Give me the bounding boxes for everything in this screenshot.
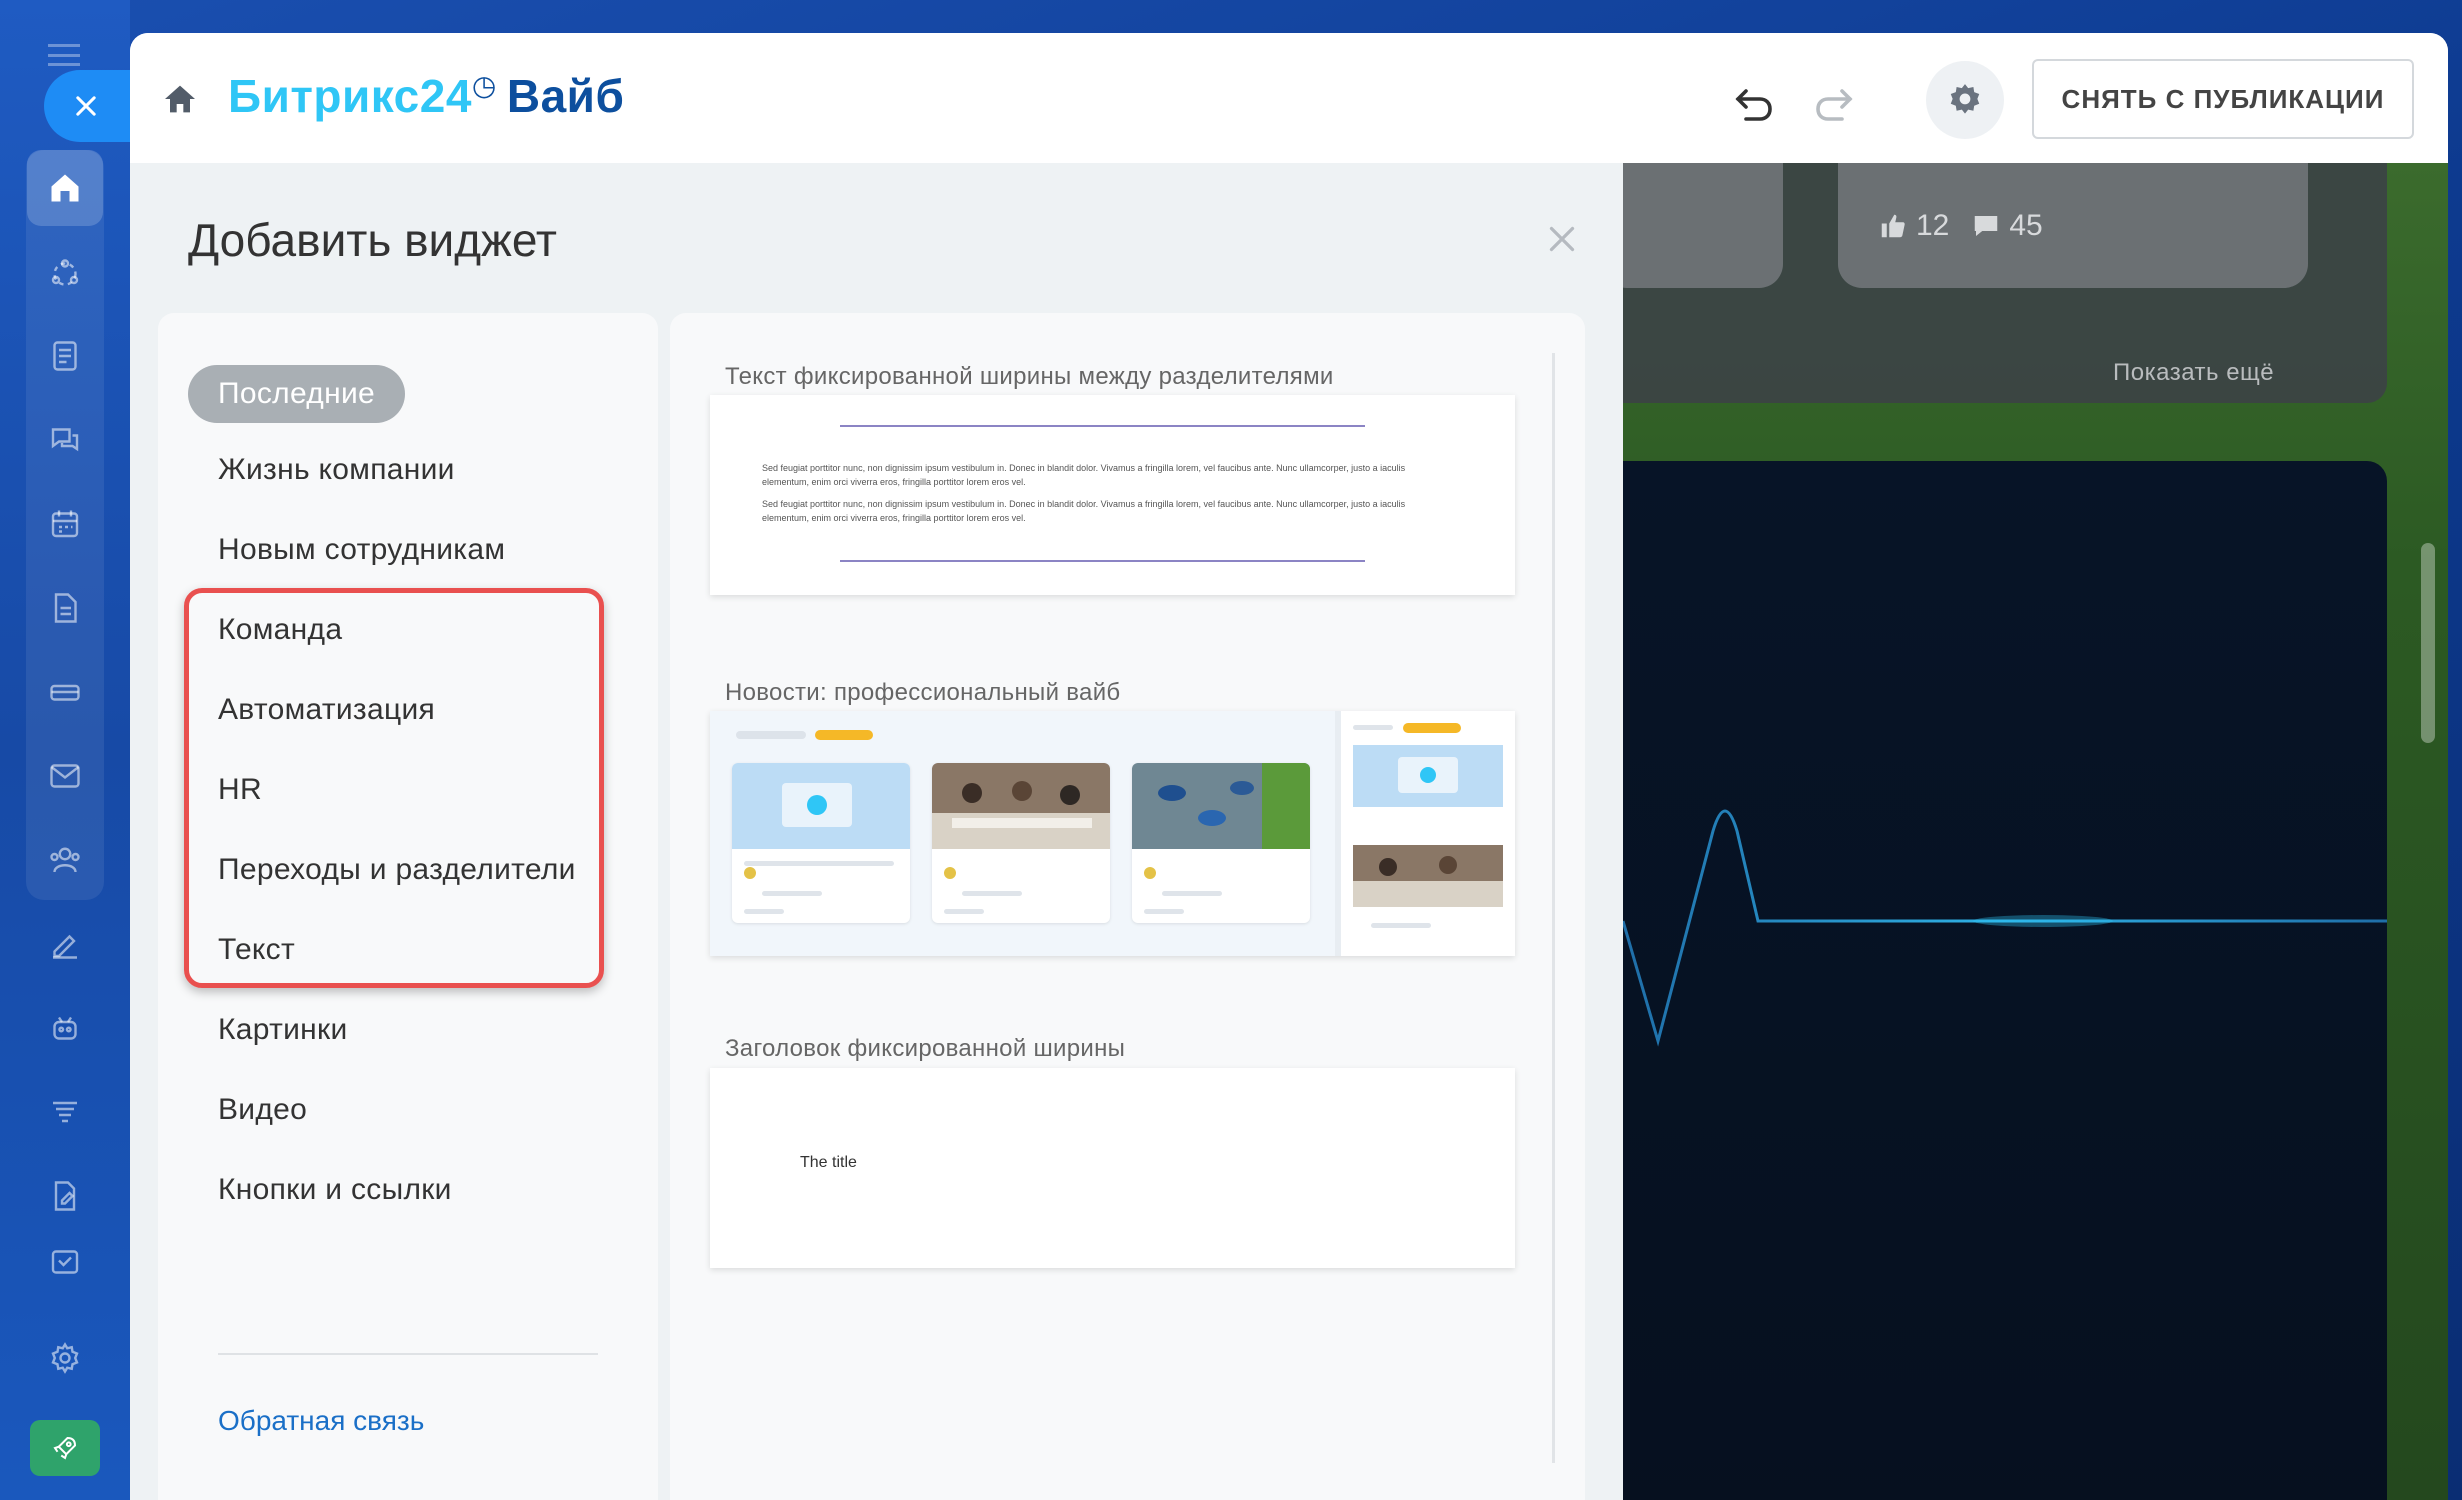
- divider-line: [840, 425, 1365, 427]
- widget-caption: Текст фиксированной ширины между раздели…: [725, 363, 1334, 390]
- nav-docs-icon[interactable]: [27, 570, 103, 646]
- close-slider-button[interactable]: [44, 70, 144, 142]
- news-text-line: [762, 891, 822, 896]
- nav-settings-icon[interactable]: [27, 1320, 103, 1396]
- like-icon: [1881, 214, 1905, 237]
- nav-bot-icon[interactable]: [27, 990, 103, 1066]
- sample-paragraph: Sed feugiat porttitor nunc, non dignissi…: [762, 499, 1406, 523]
- preview-news-block: 12 45 Показать ещё: [1623, 163, 2387, 403]
- brand-clock-icon: ◷: [471, 70, 497, 101]
- news-image: [1353, 845, 1503, 907]
- widget-caption: Новости: профессиональный вайб: [725, 679, 1121, 706]
- news-text-line: [1371, 923, 1431, 928]
- hamburger-icon[interactable]: [48, 44, 80, 66]
- nav-edit-doc-icon[interactable]: [27, 1158, 103, 1234]
- show-more-link[interactable]: Показать ещё: [2113, 359, 2274, 387]
- news-card: [732, 763, 910, 923]
- widget-thumb-text-dividers[interactable]: Sed feugiat porttitor nunc, non dignissi…: [710, 395, 1515, 595]
- highlight-annotation: [184, 588, 604, 988]
- news-card: [1132, 763, 1310, 923]
- category-recent[interactable]: Последние: [188, 365, 405, 423]
- news-text-line: [1353, 725, 1393, 730]
- news-tag: [1403, 723, 1461, 733]
- preview-card: [1623, 163, 1783, 288]
- nav-tasks-icon[interactable]: [27, 318, 103, 394]
- comment-icon: [1975, 215, 1998, 236]
- page-preview: 12 45 Показать ещё: [1623, 163, 2448, 1500]
- news-text-line: [744, 909, 784, 914]
- author-avatar: [744, 867, 756, 879]
- nav-home-icon[interactable]: [27, 150, 103, 226]
- brand-logo: Битрикс24◷ Вайб: [228, 69, 624, 123]
- divider: [218, 1353, 598, 1355]
- unpublish-button[interactable]: СНЯТЬ С ПУБЛИКАЦИИ: [2032, 59, 2414, 139]
- news-text-line: [1144, 909, 1184, 914]
- panel-title: Добавить виджет: [188, 214, 557, 266]
- news-text-line: [1162, 891, 1222, 896]
- settings-button[interactable]: [1926, 61, 2004, 139]
- category-images[interactable]: Картинки: [218, 1013, 348, 1047]
- pulse-line-graphic: [1623, 809, 2387, 1047]
- news-text-line: [944, 909, 984, 914]
- top-bar: Битрикс24◷ Вайб СНЯТЬ С ПУБЛИКАЦИИ: [130, 33, 2448, 163]
- divider-line: [840, 560, 1365, 562]
- brand-name: Битрикс24: [228, 70, 472, 122]
- widget-preview-list: Текст фиксированной ширины между раздели…: [670, 313, 1585, 1500]
- category-new-employees[interactable]: Новым сотрудникам: [218, 533, 505, 567]
- news-image: [932, 763, 1110, 849]
- redo-icon[interactable]: [1810, 79, 1858, 127]
- news-tag: [815, 730, 873, 740]
- news-text-line: [744, 861, 894, 866]
- nav-people-icon[interactable]: [27, 822, 103, 898]
- nav-filter-icon[interactable]: [27, 1074, 103, 1150]
- news-image: [732, 763, 910, 849]
- main-window: Битрикс24◷ Вайб СНЯТЬ С ПУБЛИКАЦИИ 12 45 …: [130, 33, 2448, 1500]
- widget-thumb-news[interactable]: [710, 711, 1515, 956]
- news-image: [1132, 763, 1310, 849]
- likes-count: 12: [1916, 208, 1950, 242]
- widget-list-scrollbar[interactable]: [1552, 353, 1555, 1463]
- nav-calendar-icon[interactable]: [27, 486, 103, 562]
- news-header-bar: [736, 731, 806, 739]
- rocket-icon[interactable]: [30, 1420, 100, 1476]
- add-widget-panel: Добавить виджет Последние Жизнь компании…: [130, 163, 1623, 1500]
- app-sidebar: [0, 0, 144, 1500]
- nav-drive-icon[interactable]: [27, 654, 103, 730]
- widget-caption: Заголовок фиксированной ширины: [725, 1035, 1126, 1062]
- nav-sign-icon[interactable]: [27, 906, 103, 982]
- close-icon: [76, 96, 96, 116]
- news-text-line: [962, 891, 1022, 896]
- likes-stat[interactable]: 12: [1878, 209, 1949, 243]
- nav-check-icon[interactable]: [27, 1242, 103, 1282]
- nav-mail-icon[interactable]: [27, 738, 103, 814]
- comments-count: 45: [2009, 208, 2043, 242]
- widget-thumb-fixed-title[interactable]: The title: [710, 1068, 1515, 1268]
- undo-icon[interactable]: [1730, 79, 1778, 127]
- feedback-link[interactable]: Обратная связь: [218, 1405, 424, 1437]
- panel-close-icon[interactable]: [1544, 221, 1580, 257]
- brand-suffix: Вайб: [506, 70, 625, 122]
- sample-paragraph: Sed feugiat porttitor nunc, non dignissi…: [762, 463, 1406, 487]
- nav-chat-icon[interactable]: [27, 402, 103, 478]
- category-list: Последние Жизнь компании Новым сотрудник…: [158, 313, 658, 1500]
- sample-title: The title: [800, 1154, 857, 1171]
- news-side-column: [1335, 711, 1515, 956]
- preview-scrollbar[interactable]: [2421, 543, 2435, 743]
- gear-icon: [1950, 84, 1980, 114]
- category-video[interactable]: Видео: [218, 1093, 307, 1127]
- comments-stat[interactable]: 45: [1971, 208, 2043, 243]
- nav-crm-icon[interactable]: [27, 236, 103, 312]
- news-card: [932, 763, 1110, 923]
- category-company-life[interactable]: Жизнь компании: [218, 453, 455, 487]
- home-icon[interactable]: [160, 79, 200, 119]
- news-image: [1353, 745, 1503, 807]
- category-buttons-links[interactable]: Кнопки и ссылки: [218, 1173, 452, 1207]
- author-avatar: [944, 867, 956, 879]
- preview-card-stats: 12 45: [1838, 163, 2308, 288]
- author-avatar: [1144, 867, 1156, 879]
